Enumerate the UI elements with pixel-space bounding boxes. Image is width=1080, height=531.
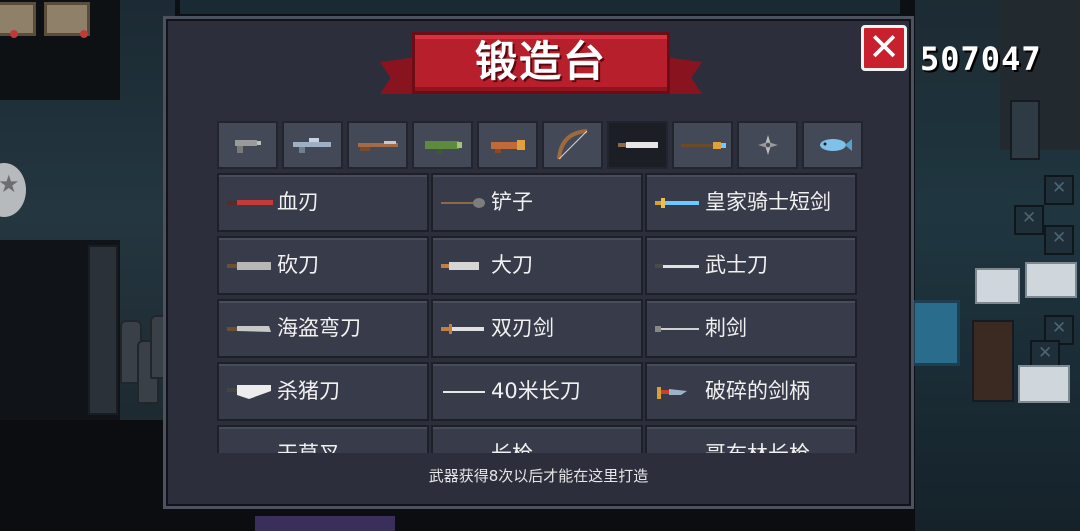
furnace (972, 320, 1014, 402)
picture-frame (0, 2, 36, 36)
blood-blade-icon (227, 199, 273, 205)
pillar (88, 245, 118, 415)
pitchfork-icon (227, 448, 275, 454)
weapon-cell-royal-knight-sword[interactable]: 皇家骑士短剑 (645, 173, 857, 232)
pirate-cutlass-icon (227, 325, 271, 332)
weapon-cell-machete[interactable]: 砍刀 (217, 236, 429, 295)
tab-throwing[interactable] (737, 121, 798, 169)
weapon-name: 武士刀 (705, 253, 768, 277)
weapon-name: 海盗弯刀 (277, 316, 361, 340)
weapon-cell-pirate-cutlass[interactable]: 海盗弯刀 (217, 299, 429, 358)
katana-icon (655, 263, 699, 268)
weapon-name: 40米长刀 (491, 379, 581, 403)
title-banner: 锻造台 (380, 28, 702, 106)
weapon-name: 皇家骑士短剑 (705, 190, 831, 214)
weapon-cell-rapier[interactable]: 刺剑 (645, 299, 857, 358)
weapon-name: 杀猪刀 (277, 379, 340, 403)
broken-hilt-icon (657, 386, 687, 399)
weapon-name: 大刀 (491, 253, 533, 277)
lance-icon (441, 448, 489, 454)
broadsword-icon (441, 261, 479, 270)
double-edge-sword-icon (441, 323, 484, 334)
rocket-launcher-icon (424, 141, 462, 154)
weapon-cell-broadsword[interactable]: 大刀 (431, 236, 643, 295)
tab-launcher[interactable] (412, 121, 473, 169)
top-wall-edge (180, 0, 900, 14)
weapon-cell-butcher-knife[interactable]: 杀猪刀 (217, 362, 429, 421)
weapon-cell-double-edge-sword[interactable]: 双刃剑 (431, 299, 643, 358)
machete-icon (227, 261, 271, 270)
weapon-name: 长枪 (491, 427, 533, 453)
tab-rifle[interactable] (282, 121, 343, 169)
weapon-cell-broken-hilt[interactable]: 破碎的剑柄 (645, 362, 857, 421)
weapon-name: 铲子 (491, 190, 533, 214)
butcher-knife-icon (227, 384, 271, 399)
tab-shotgun[interactable] (347, 121, 408, 169)
weapon-name: 干草叉 (277, 427, 340, 453)
weapon-cell-katana[interactable]: 武士刀 (645, 236, 857, 295)
weapon-cell-long-blade[interactable]: 40米长刀 (431, 362, 643, 421)
weapon-cell-goblin-spear[interactable]: 哥布林长枪 (645, 425, 857, 453)
machine (1010, 100, 1040, 160)
weapon-name: 破碎的剑柄 (705, 379, 810, 403)
star-icon: ★ (0, 170, 20, 198)
tab-other[interactable] (802, 121, 863, 169)
fish-icon (819, 139, 852, 151)
tab-pistol[interactable] (217, 121, 278, 169)
tab-spear[interactable] (672, 121, 733, 169)
monitor (912, 300, 960, 366)
weapon-cell-pitchfork[interactable]: 干草叉 (217, 425, 429, 453)
frame-pin (80, 30, 88, 38)
rifle-icon (292, 138, 331, 153)
gem-counter: 507047 (920, 40, 1042, 78)
weapon-cell-shovel[interactable]: 铲子 (431, 173, 643, 232)
close-icon: ✕ (868, 25, 900, 69)
rapier-icon (655, 325, 699, 332)
weapon-cell-blood-blade[interactable]: 血刃 (217, 173, 429, 232)
close-button[interactable]: ✕ (861, 25, 907, 71)
workbench (1018, 365, 1070, 403)
blade-icon (617, 142, 658, 148)
tab-blade[interactable] (607, 121, 668, 169)
special-gun-icon (490, 140, 525, 153)
goblin-spear-icon (655, 448, 703, 454)
workbench (975, 268, 1020, 304)
bow-icon (556, 129, 587, 160)
crate (1044, 175, 1074, 205)
pistol-icon (234, 140, 261, 153)
page-title: 锻造台 (474, 37, 607, 86)
long-blade-icon (443, 390, 485, 393)
tab-special[interactable] (477, 121, 538, 169)
tab-bow[interactable] (542, 121, 603, 169)
door-strip (255, 516, 395, 531)
forge-requirement-note: 武器获得8次以后才能在这里打造 (428, 467, 649, 485)
shotgun-icon (357, 141, 398, 151)
weapon-name: 血刃 (277, 190, 319, 214)
weapon-name: 双刃剑 (491, 316, 554, 340)
weapon-cell-lance[interactable]: 长枪 (431, 425, 643, 453)
crate (1044, 225, 1074, 255)
frame-pin (10, 30, 18, 38)
crate (1014, 205, 1044, 235)
workbench (1025, 262, 1077, 298)
weapon-name: 哥布林长枪 (705, 427, 810, 453)
shovel-icon (441, 197, 485, 208)
spear-icon (680, 142, 726, 149)
weapon-name: 砍刀 (277, 253, 319, 277)
weapon-list[interactable]: 血刃 铲子 皇家骑士短剑 砍刀 大刀 武士刀 海盗弯刀 双刃剑 刺剑 杀猪刀 4… (217, 173, 861, 453)
royal-knight-sword-icon (655, 197, 699, 208)
shuriken-icon (757, 135, 778, 155)
weapon-name: 刺剑 (705, 316, 747, 340)
weapon-category-tabs (217, 121, 863, 169)
